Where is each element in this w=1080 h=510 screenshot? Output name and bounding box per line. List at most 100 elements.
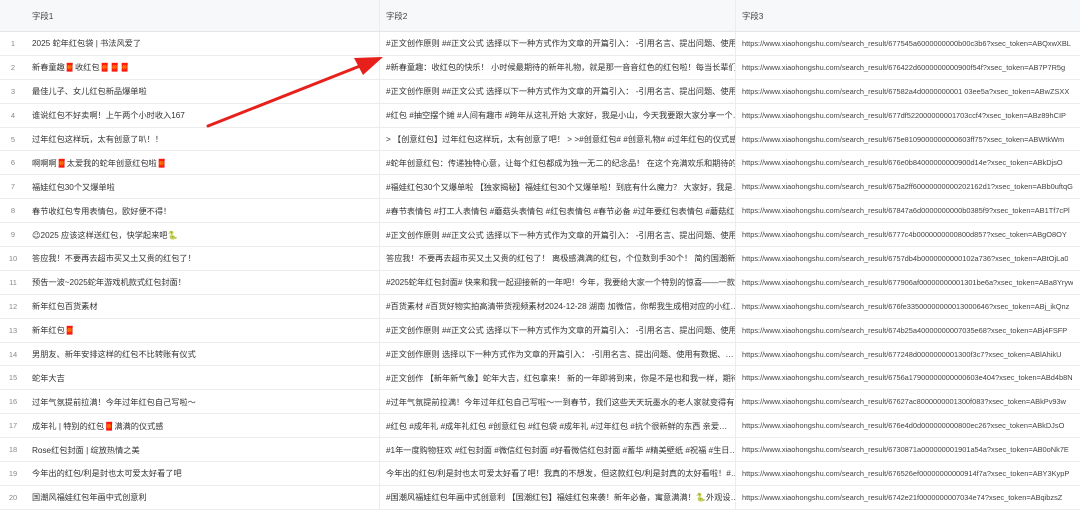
cell-field-2-text: #红包 #成年礼 #成年礼红包 #创意红包 #红包袋 #成年礼 #过年红包 #抗…	[386, 421, 728, 431]
cell-field-1[interactable]: 过年气氛提前拉满！今年过年红包自己写啦～	[26, 390, 380, 414]
table-row[interactable]: 18 Rose红包封面 | 绽放热情之美 #1年一度购物狂欢 #红包封面 #微信红包…	[0, 438, 1080, 463]
cell-field-3-text: https://www.xiaohongshu.com/search_resul…	[742, 158, 1063, 168]
cell-field-2[interactable]: #正文创作原则 ##正文公式 选择以下一种方式作为文章的开篇引入： -引用名言、…	[380, 318, 736, 342]
cell-field-3[interactable]: https://www.xiaohongshu.com/search_resul…	[736, 80, 1080, 103]
cell-field-2[interactable]: #国潮风福娃红包年画中式创意利 【国潮红包】福娃红包来袭！新年必备，寓意满满！🐍…	[380, 485, 736, 509]
cell-field-1[interactable]: 蛇年大吉	[26, 366, 380, 390]
cell-field-1-text: 过年红包这样玩，太有创意了叭！！	[32, 135, 164, 144]
cell-field-3[interactable]: https://www.xiaohongshu.com/search_resul…	[736, 128, 1080, 151]
table-row[interactable]: 10 答应我！不要再去超市买又土又贵的红包了！ 答应我！不要再去超市买又土又贵的红包…	[0, 247, 1080, 271]
cell-field-2[interactable]: #正文创作 【新年新气象】蛇年大吉，红包拿来！ 新的一年即将到来，你是不是也和我…	[380, 366, 736, 390]
cell-field-2[interactable]: #红包 #抽空摆个摊 #人间有趣市 #跨年从这礼开始 大家好，我是小山，今天我要…	[380, 103, 736, 127]
cell-field-3[interactable]: https://www.xiaohongshu.com/search_resul…	[736, 56, 1080, 79]
cell-field-1-text: 成年礼 | 特别的红包🧧满满的仪式感	[32, 421, 164, 431]
table-row[interactable]: 17 成年礼 | 特别的红包🧧满满的仪式感 #红包 #成年礼 #成年礼红包 #创意红…	[0, 414, 1080, 439]
cell-field-1[interactable]: 过年红包这样玩，太有创意了叭！！	[26, 127, 380, 151]
cell-field-3[interactable]: https://www.xiaohongshu.com/search_resul…	[736, 151, 1080, 174]
cell-field-2[interactable]: #蛇年创意红包：传递独特心意，让每个红包都成为独一无二的纪念品！ 在这个充满欢乐…	[380, 151, 736, 175]
column-header-3[interactable]: 字段3	[736, 0, 1080, 31]
column-header-1-label: 字段1	[32, 10, 54, 21]
cell-field-1[interactable]: 2025 蛇年红包袋 | 书法风爱了	[26, 32, 380, 55]
cell-field-2[interactable]: #正文创作原则 ##正文公式 选择以下一种方式作为文章的开篇引入： -引用名言、…	[380, 79, 736, 103]
cell-field-3[interactable]: https://www.xiaohongshu.com/search_resul…	[736, 343, 1080, 366]
table-row[interactable]: 3 最佳儿子、女儿红包新品爆单啦 #正文创作原则 ##正文公式 选择以下一种方式作为…	[0, 79, 1080, 104]
cell-field-3-text: https://www.xiaohongshu.com/search_resul…	[742, 253, 1069, 263]
cell-field-3[interactable]: https://www.xiaohongshu.com/search_resul…	[736, 486, 1080, 509]
cell-field-2[interactable]: > 【创意红包】过年红包这样玩，太有创意了吧！ > >#创意红包# #创意礼物#…	[380, 127, 736, 151]
table-row[interactable]: 11 预告一波~2025蛇年游戏机款式红包封面！ #2025蛇年红包封面# 快来和我…	[0, 270, 1080, 295]
table-row[interactable]: 1 2025 蛇年红包袋 | 书法风爱了 #正文创作原则 ##正文公式 选择以下一种…	[0, 32, 1080, 56]
cell-field-2[interactable]: #正文创作原则 ##正文公式 选择以下一种方式作为文章的开篇引入： -引用名言、…	[380, 32, 736, 55]
row-index: 16	[8, 397, 18, 407]
cell-field-2-text: #1年一度购物狂欢 #红包封面 #微信红包封面 #好看微信红包封面 #蓄华 #精…	[386, 445, 735, 455]
cell-field-3[interactable]: https://www.xiaohongshu.com/search_resul…	[736, 199, 1080, 222]
table-row[interactable]: 4 谁说红包不好卖啊！上午两个小时收入167 #红包 #抽空摆个摊 #人间有趣市 #…	[0, 103, 1080, 128]
cell-field-3[interactable]: https://www.xiaohongshu.com/search_resul…	[736, 175, 1080, 198]
cell-field-1[interactable]: 今年出的红包/利是封也太可爱太好看了吧	[26, 462, 380, 485]
cell-field-1[interactable]: 😉2025 应该这样送红包，快学起来吧🐍	[26, 223, 380, 247]
column-header-1[interactable]: 字段1	[26, 0, 380, 31]
column-header-2[interactable]: 字段2	[380, 0, 736, 31]
cell-field-1[interactable]: 啊啊啊🧧太爱我的蛇年创意红包啦🧧	[26, 151, 380, 175]
cell-field-1-text: 😉2025 应该这样送红包，快学起来吧🐍	[32, 230, 178, 240]
table-row[interactable]: 14 男朋友、新年安排这样的红包不比转账有仪式 #正文创作原则 选择以下一种方式作为…	[0, 342, 1080, 367]
cell-field-2[interactable]: #1年一度购物狂欢 #红包封面 #微信红包封面 #好看微信红包封面 #蓄华 #精…	[380, 438, 736, 462]
cell-field-3-text: https://www.xiaohongshu.com/search_resul…	[742, 86, 1070, 96]
cell-field-1[interactable]: 男朋友、新年安排这样的红包不比转账有仪式	[26, 342, 380, 366]
cell-field-1-text: 过年气氛提前拉满！今年过年红包自己写啦～	[32, 397, 196, 407]
cell-field-3[interactable]: https://www.xiaohongshu.com/search_resul…	[736, 366, 1080, 389]
table-row[interactable]: 7 福娃红包30个又爆单啦 #福娃红包30个又爆单啦 【独家揭秘】福娃红包30个又爆…	[0, 175, 1080, 200]
cell-field-3[interactable]: https://www.xiaohongshu.com/search_resul…	[736, 223, 1080, 246]
cell-field-2[interactable]: 答应我！不要再去超市买又土又贵的红包了！ 离极感满满的红包，个位数到手30个！ …	[380, 247, 736, 270]
row-index: 18	[8, 445, 18, 455]
table-row[interactable]: 9 😉2025 应该这样送红包，快学起来吧🐍 #正文创作原则 ##正文公式 选择以下…	[0, 223, 1080, 248]
cell-field-2[interactable]: #春节表情包 #打工人表情包 #蘑菇头表情包 #红包表情包 #春节必备 #过年要…	[380, 199, 736, 223]
cell-field-2[interactable]: #福娃红包30个又爆单啦 【独家揭秘】福娃红包30个又爆单啦！到底有什么魔力？ …	[380, 175, 736, 199]
cell-field-2[interactable]: #2025蛇年红包封面# 快来和我一起迎接新的一年吧！今年，我要给大家一个特别的…	[380, 270, 736, 294]
cell-field-3-text: https://www.xiaohongshu.com/search_resul…	[742, 182, 1073, 192]
table-row[interactable]: 13 新年红包🧧 #正文创作原则 ##正文公式 选择以下一种方式作为文章的开篇引入：…	[0, 318, 1080, 343]
cell-field-3[interactable]: https://www.xiaohongshu.com/search_resul…	[736, 319, 1080, 342]
cell-field-1[interactable]: 谁说红包不好卖啊！上午两个小时收入167	[26, 103, 380, 127]
table-row[interactable]: 6 啊啊啊🧧太爱我的蛇年创意红包啦🧧 #蛇年创意红包：传递独特心意，让每个红包都成为…	[0, 151, 1080, 176]
cell-field-2[interactable]: #正文创作原则 选择以下一种方式作为文章的开篇引入： -引用名言、提出问题、使用…	[380, 342, 736, 366]
cell-field-3[interactable]: https://www.xiaohongshu.com/search_resul…	[736, 247, 1080, 270]
cell-field-1[interactable]: 预告一波~2025蛇年游戏机款式红包封面！	[26, 270, 380, 294]
table-row[interactable]: 8 春节收红包专用表情包，欧好便不得！ #春节表情包 #打工人表情包 #蘑菇头表情包…	[0, 199, 1080, 224]
cell-field-1[interactable]: 新年红包🧧	[26, 318, 380, 342]
cell-field-2[interactable]: #过年气氛提前拉满！今年过年红包自己写啦～一到春节，我们这些天天玩墨水的老人家就…	[380, 390, 736, 414]
cell-field-2[interactable]: #新春童趣：收红包的快乐！ 小时候最期待的新年礼物，就是那一音音红色的红包啦！每…	[380, 55, 736, 79]
table-row[interactable]: 16 过年气氛提前拉满！今年过年红包自己写啦～ #过年气氛提前拉满！今年过年红包自己…	[0, 390, 1080, 415]
cell-field-3[interactable]: https://www.xiaohongshu.com/search_resul…	[736, 438, 1080, 461]
cell-field-2[interactable]: #红包 #成年礼 #成年礼红包 #创意红包 #红包袋 #成年礼 #过年红包 #抗…	[380, 414, 736, 438]
cell-field-3-text: https://www.xiaohongshu.com/search_resul…	[742, 397, 1066, 407]
cell-field-1[interactable]: 福娃红包30个又爆单啦	[26, 175, 380, 199]
table-row[interactable]: 20 国潮风福娃红包年画中式创意利 #国潮风福娃红包年画中式创意利 【国潮红包】福娃…	[0, 485, 1080, 510]
cell-field-1[interactable]: 答应我！不要再去超市买又土又贵的红包了！	[26, 247, 380, 270]
cell-field-2[interactable]: 今年出的红包/利是封也太可爱太好看了吧！我真的不想发，但这款红包/利是封真的太好…	[380, 462, 736, 485]
table-row[interactable]: 12 新年红包百货素材 #百货素材 #百货好物实拍高清带货视频素材2024-12-2…	[0, 294, 1080, 319]
table-row[interactable]: 5 过年红包这样玩，太有创意了叭！！ > 【创意红包】过年红包这样玩，太有创意了吧！…	[0, 127, 1080, 152]
cell-field-3[interactable]: https://www.xiaohongshu.com/search_resul…	[736, 32, 1080, 55]
cell-field-3[interactable]: https://www.xiaohongshu.com/search_resul…	[736, 104, 1080, 127]
cell-field-3[interactable]: https://www.xiaohongshu.com/search_resul…	[736, 414, 1080, 437]
cell-field-1[interactable]: 国潮风福娃红包年画中式创意利	[26, 485, 380, 509]
table-row[interactable]: 2 新春童趣🧧收红包🧧🧧🧧 #新春童趣：收红包的快乐！ 小时候最期待的新年礼物，就是…	[0, 55, 1080, 80]
cell-field-1[interactable]: Rose红包封面 | 绽放热情之美	[26, 438, 380, 462]
row-index: 12	[8, 301, 18, 311]
cell-field-1[interactable]: 新年红包百货素材	[26, 294, 380, 318]
cell-field-2[interactable]: #百货素材 #百货好物实拍高清带货视频素材2024-12-28 湖南 加微信，你…	[380, 294, 736, 318]
row-index: 19	[8, 468, 18, 478]
cell-field-1[interactable]: 新春童趣🧧收红包🧧🧧🧧	[26, 55, 380, 79]
table-row[interactable]: 19 今年出的红包/利是封也太可爱太好看了吧 今年出的红包/利是封也太可爱太好看了吧…	[0, 462, 1080, 486]
cell-field-2[interactable]: #正文创作原则 ##正文公式 选择以下一种方式作为文章的开篇引入： -引用名言、…	[380, 223, 736, 247]
data-table: 字段1 字段2 字段3 1 2025 蛇年红包袋 | 书法风爱了 #正文创作原则 #…	[0, 0, 1080, 510]
table-row[interactable]: 15 蛇年大吉 #正文创作 【新年新气象】蛇年大吉，红包拿来！ 新的一年即将到来，你…	[0, 366, 1080, 391]
cell-field-1[interactable]: 春节收红包专用表情包，欧好便不得！	[26, 199, 380, 223]
cell-field-3[interactable]: https://www.xiaohongshu.com/search_resul…	[736, 462, 1080, 485]
cell-field-3[interactable]: https://www.xiaohongshu.com/search_resul…	[736, 390, 1080, 413]
cell-field-3[interactable]: https://www.xiaohongshu.com/search_resul…	[736, 295, 1080, 318]
cell-field-3[interactable]: https://www.xiaohongshu.com/search_resul…	[736, 271, 1080, 294]
cell-field-1[interactable]: 成年礼 | 特别的红包🧧满满的仪式感	[26, 414, 380, 438]
cell-field-1[interactable]: 最佳儿子、女儿红包新品爆单啦	[26, 79, 380, 103]
